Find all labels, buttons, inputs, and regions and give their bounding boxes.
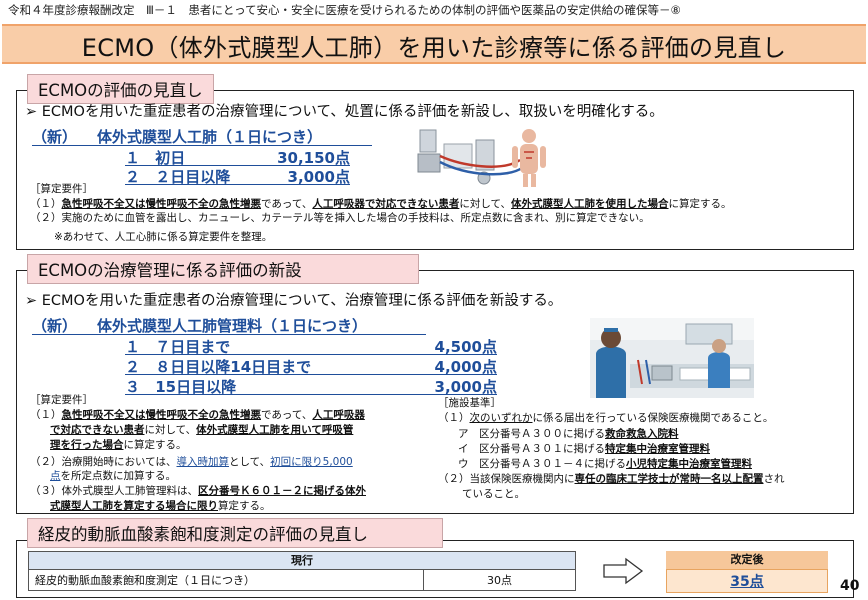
item-underline bbox=[125, 374, 497, 375]
req3-l1b: 区分番号Ｋ６０１－２に掲げる体外 bbox=[198, 485, 366, 497]
section1-heading: （新） 体外式膜型人工肺（１日につき） bbox=[32, 126, 372, 147]
section2-req3-line1: （３）体外式膜型人工肺管理料は、区分番号Ｋ６０１－２に掲げる体外 bbox=[30, 484, 366, 499]
section1-heading-name: 体外式膜型人工肺（１日につき） bbox=[97, 128, 323, 146]
req3-l2a: 式膜型人工肺を算定する場合に限り bbox=[50, 500, 218, 512]
section1-req2: （２）実施のために血管を露出し、カニューレ、カテーテル等を挿入した場合の手技料は… bbox=[30, 212, 650, 224]
section2-fac2-line2: ていること。 bbox=[462, 488, 525, 500]
req3-l1a: （３）体外式膜型人工肺管理料は、 bbox=[30, 485, 198, 497]
fac1-a: （１） bbox=[438, 412, 470, 424]
req1-a: （１） bbox=[30, 198, 62, 210]
section1-bullet-text: ECMOを用いた重症患者の治療管理について、処置に係る評価を新設し、取扱いを明確… bbox=[41, 104, 664, 120]
heading-underline bbox=[32, 334, 426, 335]
revised-value-text: 35点 bbox=[730, 574, 764, 590]
fac-u-pre: ウ 区分番号Ａ３０１－４に掲げる bbox=[458, 458, 626, 470]
req1-l1a: （１） bbox=[30, 409, 62, 421]
section2-fac-i: イ 区分番号Ａ３０１に掲げる特定集中治療室管理料 bbox=[458, 442, 710, 457]
bullet-arrow-icon: ➢ bbox=[25, 104, 38, 120]
req1-l2b: に対して、 bbox=[144, 424, 197, 436]
section2-bullet-text: ECMOを用いた重症患者の治療管理について、治療管理に係る評価を新設する。 bbox=[41, 293, 563, 309]
section2-req3-line2: 式膜型人工肺を算定する場合に限り算定する。 bbox=[50, 499, 271, 514]
section2-fac-u: ウ 区分番号Ａ３０１－４に掲げる小児特定集中治療室管理料 bbox=[458, 457, 752, 472]
icu-photo bbox=[590, 318, 754, 398]
item-underline bbox=[125, 354, 497, 355]
section3-tab: 経皮的動脈血酸素飽和度測定の評価の見直し bbox=[27, 518, 443, 548]
ecmo-illustration bbox=[412, 126, 562, 188]
req1-f: 体外式膜型人工肺を使用した場合 bbox=[511, 198, 669, 210]
req1-d: 人工呼吸器で対応できない患者 bbox=[312, 198, 460, 210]
fac-i-pre: イ 区分番号Ａ３０１に掲げる bbox=[458, 443, 605, 455]
section2-req-title: ［算定要件］ bbox=[30, 394, 93, 406]
req1-l1b: 急性呼吸不全又は慢性呼吸不全の急性増悪 bbox=[61, 409, 262, 421]
section2-fac1: （１）次のいずれかに係る届出を行っている保険医療機関であること。 bbox=[438, 411, 773, 426]
item-underline bbox=[125, 394, 497, 395]
section2-heading: （新） 体外式膜型人工肺管理料（１日につき） bbox=[32, 315, 426, 336]
section1-req-title: ［算定要件］ bbox=[30, 183, 93, 195]
header-line: 令和４年度診療報酬改定 Ⅲ－１ 患者にとって安心・安全に医療を受けられるための体… bbox=[8, 3, 681, 17]
revised-header: 改定後 bbox=[666, 551, 828, 569]
req1-c: であって、 bbox=[261, 198, 313, 210]
new-label: （新） bbox=[32, 317, 78, 335]
section2-req2-line2: 点を所定点数に加算する。 bbox=[50, 469, 176, 484]
req1-l3b: に算定する。 bbox=[123, 439, 187, 451]
item-underline bbox=[125, 184, 350, 185]
req2-l1c: として、 bbox=[228, 456, 271, 468]
req2-l1a: （２）治療開始時においては、 bbox=[30, 456, 177, 468]
req1-l1c: であって、 bbox=[261, 409, 313, 421]
req3-l2b: 算定する。 bbox=[218, 500, 271, 512]
section2-facility-title: ［施設基準］ bbox=[438, 397, 501, 409]
current-header: 現行 bbox=[29, 552, 575, 570]
section2-req1-line1: （１）急性呼吸不全又は慢性呼吸不全の急性増悪であって、人工呼吸器 bbox=[30, 408, 365, 423]
fac2-b: 専任の臨床工学技士が常時一名以上配置 bbox=[574, 473, 764, 485]
fac-a-pre: ア 区分番号Ａ３００に掲げる bbox=[458, 428, 605, 440]
section1-req1: （１）急性呼吸不全又は慢性呼吸不全の急性増悪であって、人工呼吸器で対応できない患… bbox=[30, 197, 732, 212]
req1-g: に算定する。 bbox=[668, 198, 732, 210]
fac-a-u: 救命救急入院料 bbox=[605, 428, 679, 440]
page-title: ECMO（体外式膜型人工肺）を用いた診療等に係る評価の見直し bbox=[81, 34, 787, 62]
fac-i-u: 特定集中治療室管理料 bbox=[605, 443, 710, 455]
revised-value: 35点 bbox=[666, 569, 828, 593]
req2-l1d: 初回に限り5,000 bbox=[270, 456, 353, 468]
section2-req1-line2: で対応できない患者に対して、体外式膜型人工肺を用いて呼吸管 bbox=[50, 423, 353, 438]
section2-tab: ECMOの治療管理に係る評価の新設 bbox=[27, 254, 419, 284]
heading-underline bbox=[32, 145, 372, 146]
fac2-c: され bbox=[763, 473, 785, 485]
new-label: （新） bbox=[32, 128, 78, 146]
section2-fac2-line1: （２）当該保険医療機関内に専任の臨床工学技士が常時一名以上配置され bbox=[438, 472, 785, 487]
req1-b: 急性呼吸不全又は慢性呼吸不全の急性増悪 bbox=[61, 198, 262, 210]
req2-l2b: を所定点数に加算する。 bbox=[60, 470, 177, 482]
current-row-value: 30点 bbox=[487, 574, 512, 587]
current-table: 現行 経皮的動脈血酸素飽和度測定（１日につき） 30点 bbox=[28, 551, 576, 591]
section2-fac-a: ア 区分番号Ａ３００に掲げる救命救急入院料 bbox=[458, 427, 679, 442]
req1-l2a: で対応できない患者 bbox=[50, 424, 145, 436]
fac-u-u: 小児特定集中治療室管理料 bbox=[626, 458, 752, 470]
section1-bullet: ➢ ECMOを用いた重症患者の治療管理について、処置に係る評価を新設し、取扱いを… bbox=[25, 100, 664, 121]
arrow-right-icon bbox=[602, 557, 644, 585]
req1-e: に対して、 bbox=[459, 198, 512, 210]
current-row-label: 経皮的動脈血酸素飽和度測定（１日につき） bbox=[35, 574, 255, 587]
section2-bullet: ➢ ECMOを用いた重症患者の治療管理について、治療管理に係る評価を新設する。 bbox=[25, 289, 562, 310]
req1-l2c: 体外式膜型人工肺を用いて呼吸管 bbox=[196, 424, 354, 436]
fac1-b: 次のいずれか bbox=[469, 412, 533, 424]
fac2-a: （２）当該保険医療機関内に bbox=[438, 473, 575, 485]
section2-req1-line3: 理を行った場合に算定する。 bbox=[50, 438, 187, 453]
req2-l2a: 点 bbox=[50, 470, 61, 482]
section1-note: ※あわせて、人工心肺に係る算定要件を整理。 bbox=[54, 231, 273, 243]
fac1-c: に係る届出を行っている保険医療機関であること。 bbox=[532, 412, 774, 424]
req1-l1d: 人工呼吸器 bbox=[312, 409, 365, 421]
req2-l1b: 導入時加算 bbox=[176, 456, 229, 468]
section2-req2-line1: （２）治療開始時においては、導入時加算として、初回に限り5,000 bbox=[30, 455, 353, 470]
req1-l3a: 理を行った場合 bbox=[50, 439, 124, 451]
page-number: 40 bbox=[840, 578, 860, 594]
section2-heading-name: 体外式膜型人工肺管理料（１日につき） bbox=[97, 317, 368, 335]
bullet-arrow-icon: ➢ bbox=[25, 293, 38, 309]
